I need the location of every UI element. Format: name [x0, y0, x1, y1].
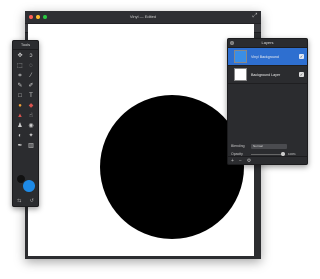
lasso-icon[interactable]: ↄ: [26, 51, 36, 61]
blending-row: Blending Normal: [228, 142, 307, 150]
tools-panel: Tools ✥ ↄ ⬚ ◌ ⌗ ⁄ ✎ ✐ □ T ● ◆ ▲ ☝ ♟ ◉ ◐ …: [12, 40, 39, 207]
add-layer-icon[interactable]: +: [231, 158, 234, 164]
layers-title-text: Layers: [261, 40, 274, 45]
layers-panel: × Layers Vinyl Background ✓ Background L…: [227, 38, 308, 165]
shape-icon[interactable]: □: [15, 91, 25, 101]
pencil-icon[interactable]: ✐: [26, 81, 36, 91]
layer-row-background-layer[interactable]: Background Layer ✓: [228, 66, 307, 84]
blur-icon[interactable]: ◉: [26, 121, 36, 131]
layer-name: Vinyl Background: [251, 54, 279, 59]
close-icon[interactable]: ×: [230, 41, 234, 45]
layer-name: Background Layer: [251, 72, 281, 77]
layer-thumbnail: [234, 50, 247, 63]
blending-label: Blending: [231, 144, 245, 148]
circle-shape[interactable]: [100, 95, 244, 239]
layer-thumbnail: [234, 68, 247, 81]
reset-colors-icon[interactable]: ↺: [30, 198, 34, 204]
ellipse-select-icon[interactable]: ◌: [26, 61, 36, 71]
tools-panel-title: Tools: [13, 41, 38, 50]
window-title: Vinyl — Edited: [129, 14, 157, 19]
layer-options-icon[interactable]: ⚙: [247, 158, 251, 164]
eyedropper-icon[interactable]: ⁄: [26, 71, 36, 81]
fullscreen-icon[interactable]: ⤢: [252, 13, 258, 19]
document-canvas[interactable]: [28, 24, 254, 256]
move-icon[interactable]: ✥: [15, 51, 25, 61]
tool-grid: ✥ ↄ ⬚ ◌ ⌗ ⁄ ✎ ✐ □ T ● ◆ ▲ ☝ ♟ ◉ ◐ ✦ ✒ ▥: [13, 50, 38, 152]
bucket-icon[interactable]: ▲: [15, 111, 25, 121]
remove-layer-icon[interactable]: −: [239, 158, 242, 164]
blending-select[interactable]: Normal: [251, 143, 287, 149]
layers-bottom-bar: + − ⚙: [228, 156, 307, 164]
tools-bottom-bar: ⇆ ↺: [13, 198, 38, 204]
foreground-color-well[interactable]: [23, 180, 35, 192]
fill-icon[interactable]: ◆: [26, 101, 36, 111]
crop-icon[interactable]: ⌗: [15, 71, 25, 81]
gradient-icon[interactable]: ▥: [26, 141, 36, 151]
smudge-icon[interactable]: ☝: [26, 111, 36, 121]
text-icon[interactable]: T: [26, 91, 36, 101]
burn-icon[interactable]: ✦: [26, 131, 36, 141]
stamp-icon[interactable]: ♟: [15, 121, 25, 131]
swap-colors-icon[interactable]: ⇆: [17, 198, 21, 204]
rect-select-icon[interactable]: ⬚: [15, 61, 25, 71]
brush-icon[interactable]: ✎: [15, 81, 25, 91]
eraser-icon[interactable]: ●: [15, 101, 25, 111]
title-bar: Vinyl — Edited ⤢: [25, 11, 261, 23]
layers-panel-title: × Layers: [228, 39, 307, 48]
layer-row-vinyl-background[interactable]: Vinyl Background ✓: [228, 48, 307, 66]
layer-visibility-checkbox[interactable]: ✓: [299, 54, 304, 59]
opacity-slider[interactable]: [251, 152, 285, 156]
pen-icon[interactable]: ✒: [15, 141, 25, 151]
layers-list-empty-area: [228, 84, 307, 142]
dodge-icon[interactable]: ◐: [15, 131, 25, 141]
layer-visibility-checkbox[interactable]: ✓: [299, 72, 304, 77]
